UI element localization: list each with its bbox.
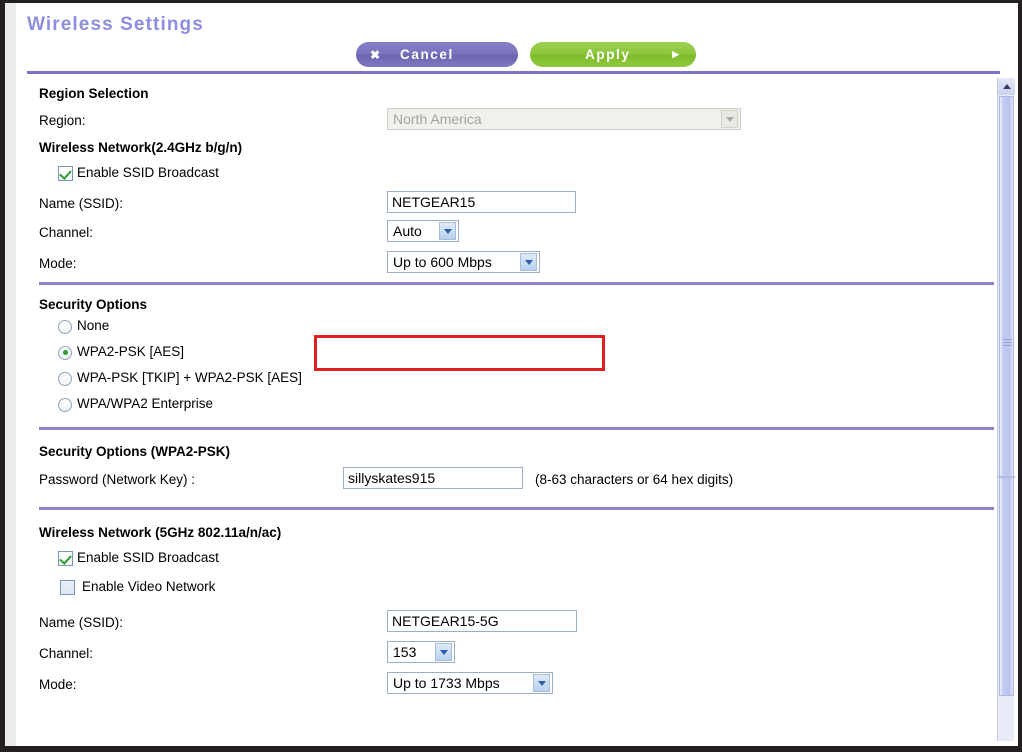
security-options-heading: Security Options: [39, 297, 148, 312]
name-ssid-24-label: Name (SSID):: [39, 196, 124, 211]
page-title: Wireless Settings: [27, 14, 204, 35]
ssid-broadcast-5g-checkbox[interactable]: [58, 551, 73, 567]
wireless-settings-page: Wireless Settings ✖ Cancel Apply ▶ Regio…: [16, 3, 1015, 745]
wireless5g-name-row: Name (SSID):: [27, 608, 983, 639]
region-heading-row: Region Selection: [27, 78, 983, 106]
settings-scroll-content: Region Selection Region: North America W…: [27, 78, 1000, 738]
play-arrow-icon: ▶: [672, 49, 679, 59]
cancel-button-label: Cancel: [400, 47, 454, 62]
wireless24-name-row: Name (SSID):: [27, 188, 983, 219]
wireless-24-heading: Wireless Network(2.4GHz b/g/n): [39, 140, 243, 155]
mode-5g-label: Mode:: [39, 677, 77, 692]
region-section-heading: Region Selection: [39, 86, 149, 101]
name-ssid-5g-label: Name (SSID):: [39, 615, 124, 630]
page-header: Wireless Settings ✖ Cancel Apply ▶: [16, 3, 1014, 75]
chevron-down-icon: [533, 674, 550, 692]
name-ssid-24-input[interactable]: [387, 191, 576, 213]
password-label: Password (Network Key) :: [39, 472, 196, 487]
wireless24-mode-row: Mode: Up to 600 Mbps: [27, 248, 983, 282]
channel-5g-select-value: 153: [393, 644, 417, 660]
region-label: Region:: [39, 113, 86, 128]
ssid-broadcast-24-checkbox[interactable]: [58, 166, 73, 182]
wireless-5g-heading: Wireless Network (5GHz 802.11a/n/ac): [39, 525, 282, 540]
security-option-label: WPA/WPA2 Enterprise: [77, 396, 214, 411]
security-options-heading-row: Security Options: [27, 285, 983, 316]
wireless24-heading-row: Wireless Network(2.4GHz b/g/n): [27, 135, 983, 161]
mode-5g-select[interactable]: Up to 1733 Mbps: [387, 672, 553, 694]
region-select-value: North America: [393, 111, 482, 127]
chevron-down-icon: [520, 253, 537, 271]
mode-24-select[interactable]: Up to 600 Mbps: [387, 251, 540, 273]
security-option-row[interactable]: WPA-PSK [TKIP] + WPA2-PSK [AES]: [27, 368, 983, 394]
channel-5g-select[interactable]: 153: [387, 641, 455, 663]
video-network-label: Enable Video Network: [82, 579, 216, 594]
chevron-down-icon: [435, 643, 452, 661]
security-option-label: None: [77, 318, 110, 333]
chevron-down-icon: [721, 110, 738, 128]
security-radio-wpa2-psk-aes[interactable]: [58, 345, 72, 360]
password-hint: (8-63 characters or 64 hex digits): [535, 472, 734, 487]
wireless5g-heading-row: Wireless Network (5GHz 802.11a/n/ac): [27, 510, 983, 546]
wireless5g-ssid-broadcast-row: Enable SSID Broadcast: [27, 546, 983, 575]
apply-button-label: Apply: [585, 47, 631, 62]
wpa2-heading-row: Security Options (WPA2-PSK): [27, 430, 983, 463]
cancel-button[interactable]: ✖ Cancel: [356, 42, 518, 67]
wireless24-ssid-broadcast-row: Enable SSID Broadcast: [27, 161, 983, 188]
ssid-broadcast-24-label: Enable SSID Broadcast: [77, 165, 219, 180]
channel-24-label: Channel:: [39, 225, 94, 240]
header-divider: [27, 71, 1000, 74]
wireless5g-channel-row: Channel: 153: [27, 639, 983, 669]
security-radio-wpa-psk-tkip-plus-wpa2[interactable]: [58, 371, 72, 386]
close-x-icon: ✖: [370, 47, 381, 62]
wireless5g-video-network-row: Enable Video Network: [27, 575, 983, 608]
left-gutter: [5, 3, 16, 746]
region-select[interactable]: North America: [387, 108, 741, 130]
security-option-label: WPA2-PSK [AES]: [77, 344, 185, 359]
scrollbar-thumb[interactable]: [999, 96, 1014, 696]
security-option-row[interactable]: None: [27, 316, 983, 342]
password-row: Password (Network Key) : (8-63 character…: [27, 463, 983, 507]
mode-24-select-value: Up to 600 Mbps: [393, 254, 492, 270]
security-radio-wpa-wpa2-enterprise[interactable]: [58, 397, 72, 412]
security-option-row[interactable]: WPA/WPA2 Enterprise: [27, 394, 983, 427]
mode-24-label: Mode:: [39, 256, 77, 271]
scrollbar-grip: [1003, 339, 1012, 350]
security-radio-none[interactable]: [58, 319, 72, 334]
apply-button[interactable]: Apply ▶: [530, 42, 696, 67]
region-row: Region: North America: [27, 106, 983, 135]
settings-form: Region Selection Region: North America W…: [27, 78, 994, 699]
security-option-row[interactable]: WPA2-PSK [AES]: [27, 342, 983, 368]
wireless5g-mode-row: Mode: Up to 1733 Mbps: [27, 669, 983, 699]
router-admin-window: Wireless Settings ✖ Cancel Apply ▶ Regio…: [0, 0, 1022, 752]
scroll-up-button[interactable]: [998, 78, 1015, 95]
password-input[interactable]: [343, 467, 523, 489]
channel-24-select[interactable]: Auto: [387, 220, 459, 242]
name-ssid-5g-input[interactable]: [387, 610, 577, 632]
action-button-bar: ✖ Cancel Apply ▶: [356, 42, 696, 67]
chevron-down-icon: [439, 222, 456, 240]
security-wpa2-heading: Security Options (WPA2-PSK): [39, 444, 231, 459]
mode-5g-select-value: Up to 1733 Mbps: [393, 675, 500, 691]
video-network-checkbox[interactable]: [60, 580, 75, 596]
scrollbar-track-mark: [998, 476, 1015, 478]
vertical-scrollbar[interactable]: [997, 78, 1015, 741]
security-option-label: WPA-PSK [TKIP] + WPA2-PSK [AES]: [77, 370, 302, 385]
wireless24-channel-row: Channel: Auto: [27, 219, 983, 248]
ssid-broadcast-5g-label: Enable SSID Broadcast: [77, 550, 219, 565]
channel-5g-label: Channel:: [39, 646, 94, 661]
channel-24-select-value: Auto: [393, 223, 422, 239]
